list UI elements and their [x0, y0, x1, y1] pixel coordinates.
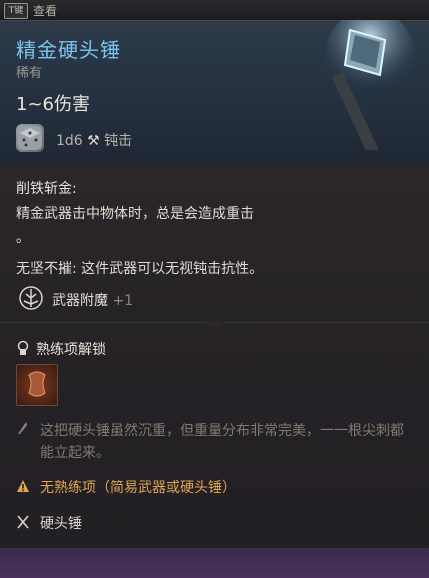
item-rarity: 稀有 — [16, 66, 43, 81]
dice-icon — [16, 124, 44, 152]
skill-rune-icon — [28, 371, 46, 397]
section-arrow — [205, 322, 225, 330]
header-arrow — [205, 156, 225, 166]
crossed-weapons-icon — [17, 515, 29, 529]
passive-second: 无坚不摧: 这件武器可以无视钝击抗性。 — [16, 261, 264, 277]
damage-dice-row: 1d6 ⚒ 钝击 — [56, 130, 132, 150]
view-label[interactable]: 查看 — [33, 2, 57, 19]
enchantment-bonus: +1 — [112, 293, 134, 309]
passive-description: 精金武器击中物体时，总是会造成重击 。 — [16, 202, 316, 250]
bottom-bar — [0, 548, 429, 578]
passive-line-1: 精金武器击中物体时，总是会造成重击 — [16, 206, 254, 222]
passive-line-2: 。 — [16, 230, 30, 246]
enchantment-row: 武器附魔 +1 — [52, 290, 133, 310]
top-bar — [0, 0, 429, 20]
blunt-icon: ⚒ — [87, 133, 100, 149]
key-hint-badge: T键 — [4, 3, 28, 19]
flavor-text: 这把硬头锤虽然沉重，但重量分布非常完美，一一根尖刺都能立起来。 — [40, 423, 404, 461]
dice-value: 1d6 — [56, 133, 83, 149]
proficiency-skill-icon[interactable] — [16, 364, 58, 406]
weapon-type: 硬头锤 — [40, 516, 82, 532]
unlock-icon — [17, 340, 29, 355]
passive-title: 削铁斩金: — [16, 181, 77, 197]
enchantment-label: 武器附魔 — [52, 293, 108, 309]
quill-icon — [18, 422, 27, 434]
damage-type: 钝击 — [104, 133, 133, 149]
warning-icon — [17, 480, 29, 492]
damage-range: 1~6伤害 — [16, 94, 90, 115]
enchantment-icon — [19, 286, 43, 310]
proficiency-header: 熟练项解锁 — [36, 342, 106, 358]
proficiency-warning: 无熟练项（简易武器或硬头锤） — [40, 480, 236, 496]
mace-item-icon — [325, 20, 415, 150]
item-name: 精金硬头锤 — [16, 38, 121, 62]
